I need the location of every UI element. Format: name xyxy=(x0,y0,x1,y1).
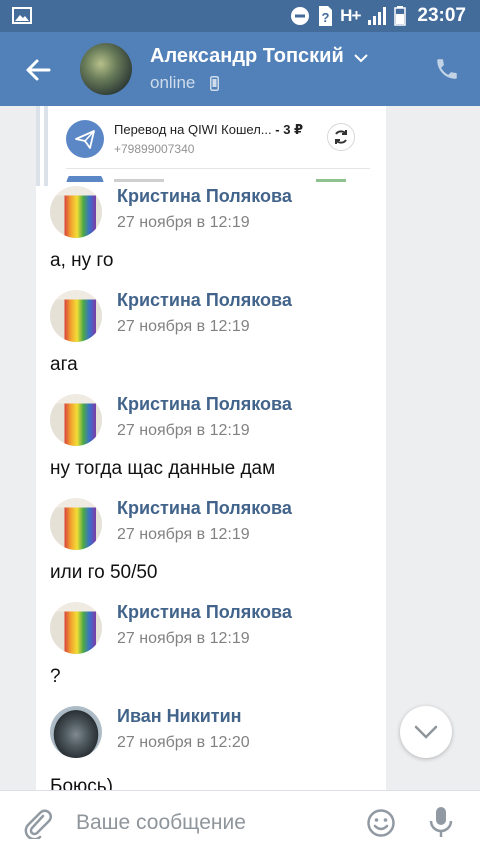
message-input-bar: Ваше сообщение xyxy=(0,790,480,855)
divider xyxy=(66,168,370,169)
chevron-down-icon xyxy=(414,725,438,739)
paperclip-icon[interactable] xyxy=(22,807,52,839)
no-sim-icon: ? xyxy=(319,6,333,26)
status-right-group: ? H+ 23:07 xyxy=(290,0,466,32)
transfer-title-text: Перевод на QIWI Кошел... xyxy=(114,122,272,137)
message-input[interactable]: Ваше сообщение xyxy=(76,811,246,835)
message-text: или го 50/50 xyxy=(50,562,158,583)
transfer-amount: - 3 ₽ xyxy=(275,122,304,137)
transfer-phone: +79899007340 xyxy=(114,142,195,156)
avatar[interactable] xyxy=(50,186,102,238)
battery-icon xyxy=(394,6,407,26)
clock: 23:07 xyxy=(417,5,466,26)
online-status: online xyxy=(150,73,196,92)
message-list[interactable]: Перевод на QIWI Кошел... - 3 ₽ +79899007… xyxy=(0,106,480,790)
chevron-down-icon[interactable] xyxy=(354,53,368,63)
message-time: 27 ноября в 12:19 xyxy=(117,422,250,439)
message-text: ну тогда щас данные дам xyxy=(50,458,276,479)
contact-avatar[interactable] xyxy=(80,43,132,95)
svg-text:?: ? xyxy=(322,10,330,25)
message-text: а, ну го xyxy=(50,250,114,271)
avatar[interactable] xyxy=(50,394,102,446)
author-name[interactable]: Кристина Полякова xyxy=(117,394,292,415)
message-time: 27 ноября в 12:19 xyxy=(117,318,250,335)
author-name[interactable]: Кристина Полякова xyxy=(117,498,292,519)
message-time: 27 ноября в 12:20 xyxy=(117,734,250,751)
gallery-notification-icon xyxy=(12,7,32,24)
author-name[interactable]: Кристина Полякова xyxy=(117,290,292,311)
forwarded-line xyxy=(36,106,40,186)
author-name[interactable]: Кристина Полякова xyxy=(117,602,292,623)
chat-title[interactable]: Александр Топский xyxy=(150,45,344,68)
message-time: 27 ноября в 12:19 xyxy=(117,214,250,231)
message-text: ? xyxy=(50,666,61,687)
money-transfer-item[interactable]: Перевод на QIWI Кошел... - 3 ₽ +79899007… xyxy=(66,118,376,162)
message-time: 27 ноября в 12:19 xyxy=(117,630,250,647)
signal-icon xyxy=(368,7,387,25)
do-not-disturb-icon xyxy=(291,7,310,25)
author-name[interactable]: Кристина Полякова xyxy=(117,186,292,207)
avatar[interactable] xyxy=(50,290,102,342)
mobile-online-icon xyxy=(210,76,219,91)
transfer-icon-circle xyxy=(66,120,104,158)
smile-icon[interactable] xyxy=(366,808,396,838)
chat-header: Александр Топский online xyxy=(0,32,480,106)
avatar[interactable] xyxy=(50,602,102,654)
microphone-icon[interactable] xyxy=(428,805,454,839)
back-arrow-icon[interactable] xyxy=(24,56,52,84)
transfer-title: Перевод на QIWI Кошел... - 3 ₽ xyxy=(114,122,303,138)
avatar[interactable] xyxy=(50,706,102,758)
message-text: ага xyxy=(50,354,78,375)
refresh-icon xyxy=(335,130,347,144)
clipped-item-edge xyxy=(66,176,346,182)
paper-plane-icon xyxy=(75,130,95,149)
scroll-down-button[interactable] xyxy=(400,706,452,758)
repeat-transfer-button[interactable] xyxy=(327,123,355,151)
avatar[interactable] xyxy=(50,498,102,550)
message-time: 27 ноября в 12:19 xyxy=(117,526,250,543)
forwarded-line-inner xyxy=(44,106,48,186)
phone-call-icon[interactable] xyxy=(434,56,460,82)
author-name[interactable]: Иван Никитин xyxy=(117,706,242,727)
status-bar: ? H+ 23:07 xyxy=(0,0,480,32)
network-type: H+ xyxy=(340,6,361,25)
message-text: Боюсь) xyxy=(50,776,114,790)
